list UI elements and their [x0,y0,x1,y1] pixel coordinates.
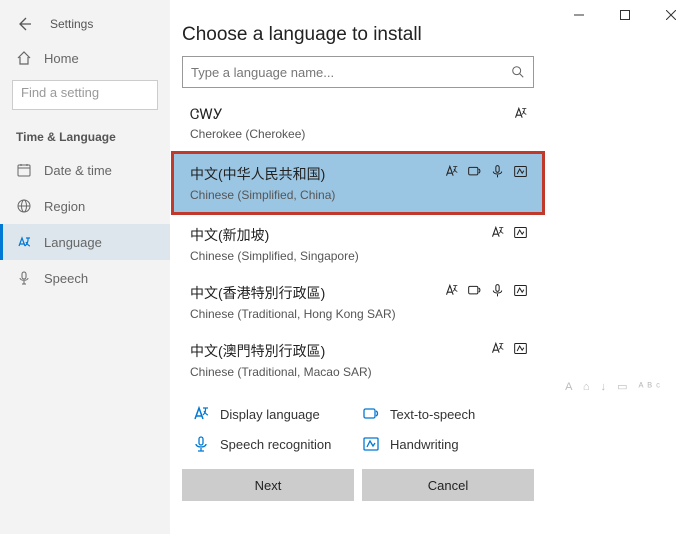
language-feature-icons [444,283,528,301]
legend-label: Speech recognition [220,437,331,452]
cancel-button[interactable]: Cancel [362,469,534,501]
handwriting-icon [513,164,528,182]
sidebar-item-label: Speech [44,271,88,286]
language-english-name: Cherokee (Cherokee) [190,127,528,141]
legend-speech-recognition: Speech recognition [192,435,354,453]
language-english-name: Chinese (Traditional, Macao SAR) [190,365,528,379]
sidebar-item-speech[interactable]: Speech [0,260,170,296]
feature-icons-row: A ⌂ ↓ ▭ ᴬᴮᶜ [565,380,664,393]
language-native-name: ᏣᎳᎩ [190,106,528,123]
language-list: ᏣᎳᎩ Cherokee (Cherokee) 中文(中华人民共和国)Chinese… [174,96,542,389]
legend-label: Handwriting [390,437,459,452]
sidebar-item-label: Region [44,199,85,214]
language-feature-icons [490,225,528,243]
display-icon [490,341,505,359]
display-icon [444,164,459,182]
legend-display-language: Display language [192,405,354,423]
maximize-button[interactable] [602,0,648,30]
language-english-name: Chinese (Simplified, Singapore) [190,249,528,263]
handwriting-icon [513,283,528,301]
handwriting-icon [513,341,528,359]
legend-text-to-speech: Text-to-speech [362,405,524,423]
display-language-icon [192,405,210,423]
speech-icon [490,164,505,182]
handwriting-icon [362,435,380,453]
tts-icon [467,164,482,182]
language-item[interactable]: 中文(中华人民共和国)Chinese (Simplified, China) [171,151,545,215]
display-icon [444,283,459,301]
legend-label: Display language [220,407,320,422]
display-icon [513,106,528,124]
display-icon [490,225,505,243]
sidebar-item-language[interactable]: Language [0,224,170,260]
language-search-input[interactable] [191,65,511,80]
install-language-dialog: Choose a language to install ᏣᎳᎩ Cherokee… [174,10,542,509]
language-icon [16,234,32,250]
tts-icon [467,283,482,301]
legend-handwriting: Handwriting [362,435,524,453]
window-title: Settings [50,17,93,31]
language-feature-icons [490,341,528,359]
search-icon [511,65,525,79]
sidebar-item-date-time[interactable]: Date & time [0,152,170,188]
back-arrow-icon [16,16,32,32]
sidebar-item-label: Language [44,235,102,250]
back-button[interactable]: Settings [0,12,170,42]
close-button[interactable] [648,0,694,30]
speech-icon [490,283,505,301]
home-label: Home [44,51,79,66]
legend-label: Text-to-speech [390,407,475,422]
next-button[interactable]: Next [182,469,354,501]
language-native-name: 中文(新加坡) [190,225,528,245]
minimize-button[interactable] [556,0,602,30]
calendar-icon [16,162,32,178]
settings-sidebar: Settings Home Find a setting Time & Lang… [0,0,170,534]
find-placeholder: Find a setting [21,85,99,100]
home-icon [16,50,32,66]
language-item[interactable]: 中文(新加坡) Chinese (Simplified, Singapore) [174,215,542,273]
language-item[interactable]: 中文(澳門特別行政區) Chinese (Traditional, Macao S… [174,331,542,389]
language-item[interactable]: ᏣᎳᎩ Cherokee (Cherokee) [174,96,542,151]
language-feature-icons [513,106,528,124]
mic-icon [16,270,32,286]
text-to-speech-icon [362,405,380,423]
language-english-name: Chinese (Simplified, China) [190,188,528,202]
find-setting-input[interactable]: Find a setting [12,80,158,110]
language-item[interactable]: 中文(香港特別行政區)Chinese (Traditional, Hong Ko… [174,273,542,331]
sidebar-item-region[interactable]: Region [0,188,170,224]
sidebar-section-header: Time & Language [0,116,170,152]
language-english-name: Chinese (Traditional, Hong Kong SAR) [190,307,528,321]
language-native-name: 中文(澳門特別行政區) [190,341,528,361]
sidebar-item-label: Date & time [44,163,112,178]
speech-recognition-icon [192,435,210,453]
sidebar-home[interactable]: Home [0,42,170,74]
language-search-box[interactable] [182,56,534,88]
globe-icon [16,198,32,214]
handwriting-icon [513,225,528,243]
language-feature-icons [444,164,528,182]
dialog-title: Choose a language to install [174,10,542,56]
